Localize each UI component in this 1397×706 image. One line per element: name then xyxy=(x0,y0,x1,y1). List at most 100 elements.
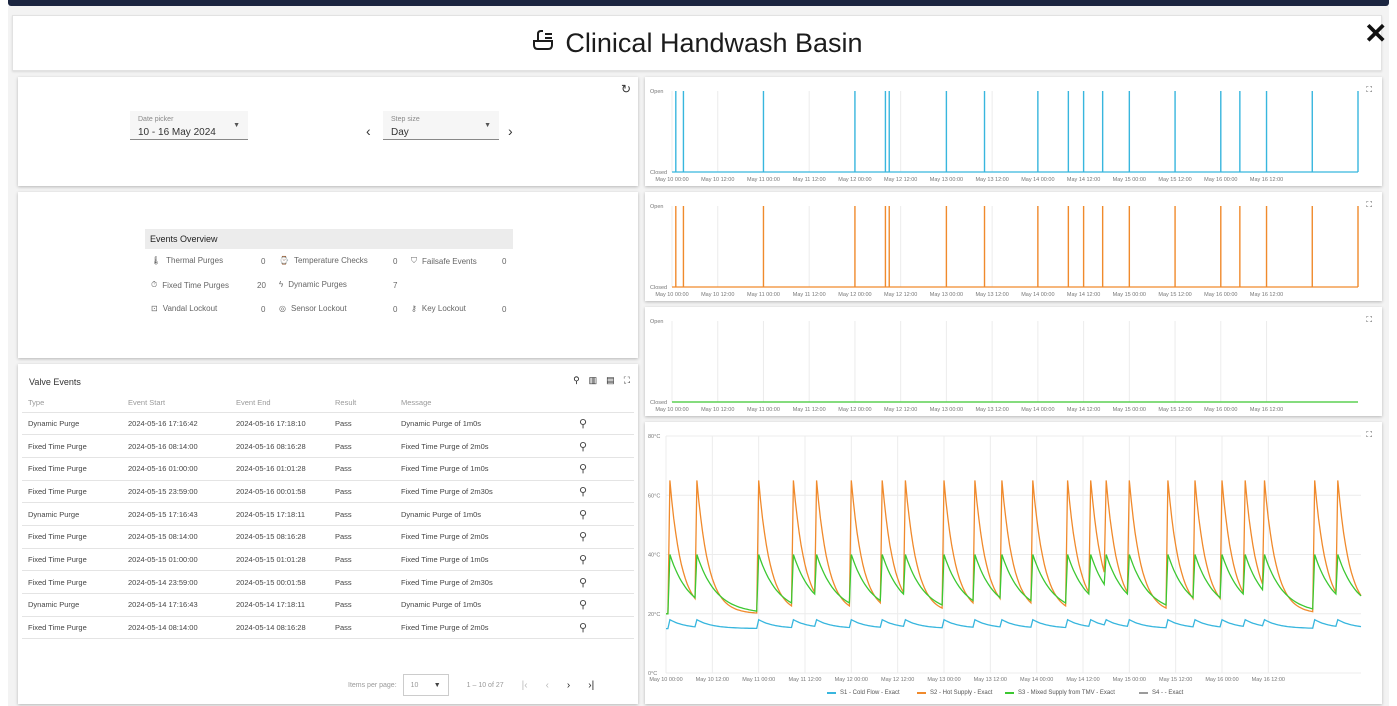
y-tick-label: 20°C xyxy=(648,612,660,618)
legend-item[interactable]: S4 - - Exact xyxy=(1139,690,1183,696)
y-tick-label: 80°C xyxy=(648,434,660,440)
legend-swatch xyxy=(1139,692,1148,694)
column-header-actions xyxy=(579,393,634,413)
date-picker-value: 10 - 16 May 2024 xyxy=(138,127,216,138)
x-tick-label: May 12 12:00 xyxy=(881,677,914,683)
table-cell: 2024-05-15 00:01:58 xyxy=(230,570,329,594)
first-page-button[interactable]: |‹ xyxy=(522,680,528,691)
check-icon: ⌚ xyxy=(279,256,289,265)
view-event-search-icon[interactable]: ⚲ xyxy=(579,412,634,436)
x-tick-label: May 11 00:00 xyxy=(747,292,780,298)
export-icon[interactable]: ▤ xyxy=(606,375,615,386)
x-tick-label: May 14 00:00 xyxy=(1021,177,1054,183)
view-event-search-icon[interactable]: ⚲ xyxy=(579,525,634,549)
column-header-event-start[interactable]: Event Start xyxy=(122,393,230,413)
date-picker[interactable]: Date picker 10 - 16 May 2024 ▼ xyxy=(130,111,248,140)
next-page-button[interactable]: › xyxy=(567,680,570,691)
table-cell: Pass xyxy=(329,412,395,436)
previous-page-button[interactable]: ‹ xyxy=(546,680,549,691)
x-tick-label: May 14 00:00 xyxy=(1020,677,1053,683)
close-icon[interactable]: ✕ xyxy=(1364,20,1387,48)
columns-icon[interactable]: ▥ xyxy=(589,375,598,386)
legend-swatch xyxy=(827,692,836,694)
table-row: Fixed Time Purge 2024-05-16 01:00:00 2024-… xyxy=(22,457,634,481)
valve-chart-2: May 10 00:00 May 10 12:00 May 11 00:00 May … xyxy=(645,192,1382,301)
fullscreen-icon[interactable]: ⛶ xyxy=(1366,315,1372,325)
table-cell: 2024-05-16 17:16:42 xyxy=(122,412,230,436)
table-cell: 2024-05-14 08:16:28 xyxy=(230,616,329,640)
legend-item[interactable]: S3 - Mixed Supply from TMV - Exact xyxy=(1005,690,1115,696)
valve-chart-1-svg: May 10 00:00 May 10 12:00 May 11 00:00 May … xyxy=(650,89,1359,183)
table-cell: 2024-05-16 17:18:10 xyxy=(230,412,329,436)
page-range-label: 1 – 10 of 27 xyxy=(466,681,504,689)
table-cell: Fixed Time Purge xyxy=(22,525,122,549)
y-tick-label: Open xyxy=(650,319,663,325)
view-event-search-icon[interactable]: ⚲ xyxy=(579,570,634,594)
legend-item[interactable]: S1 - Cold Flow - Exact xyxy=(827,690,900,696)
legend-swatch xyxy=(1005,692,1014,694)
x-tick-label: May 12 00:00 xyxy=(835,677,868,683)
view-event-search-icon[interactable]: ⚲ xyxy=(579,480,634,504)
fullscreen-icon[interactable]: ⛶ xyxy=(1366,85,1372,95)
table-row: Dynamic Purge 2024-05-14 17:16:43 2024-05-… xyxy=(22,593,634,617)
dynamic-purges-item: ϟ Dynamic Purges xyxy=(279,280,347,289)
table-cell: Pass xyxy=(329,480,395,504)
fullscreen-icon[interactable]: ⛶ xyxy=(1366,200,1372,210)
table-row: Fixed Time Purge 2024-05-15 23:59:00 2024-… xyxy=(22,480,634,504)
x-tick-label: May 16 00:00 xyxy=(1204,177,1237,183)
item-label: Sensor Lockout xyxy=(290,304,347,313)
view-event-search-icon[interactable]: ⚲ xyxy=(579,593,634,617)
x-tick-label: May 14 12:00 xyxy=(1067,292,1100,298)
table-cell: Fixed Time Purge xyxy=(22,616,122,640)
next-step-button[interactable]: › xyxy=(508,123,513,139)
x-tick-label: May 13 00:00 xyxy=(930,177,963,183)
legend-label: S3 - Mixed Supply from TMV - Exact xyxy=(1018,690,1115,696)
x-tick-label: May 10 00:00 xyxy=(649,677,682,683)
y-tick-label: Open xyxy=(650,204,663,210)
refresh-icon[interactable]: ↻ xyxy=(621,82,631,96)
fullscreen-icon[interactable]: ⛶ xyxy=(1366,430,1372,440)
date-picker-label: Date picker xyxy=(138,116,174,123)
table-cell: 2024-05-15 08:14:00 xyxy=(122,525,230,549)
item-label: Vandal Lockout xyxy=(162,304,218,313)
table-row: Dynamic Purge 2024-05-15 17:16:43 2024-05-… xyxy=(22,502,634,526)
table-cell: 2024-05-15 17:18:11 xyxy=(230,502,329,526)
date-controls-panel: Date picker 10 - 16 May 2024 ▼ ‹ Step si… xyxy=(18,77,638,186)
sensor-lockout-item: ◎ Sensor Lockout xyxy=(279,304,347,313)
view-event-search-icon[interactable]: ⚲ xyxy=(579,616,634,640)
basin-icon xyxy=(531,28,555,59)
previous-step-button[interactable]: ‹ xyxy=(366,123,371,139)
x-tick-label: May 16 12:00 xyxy=(1252,677,1285,683)
x-tick-label: May 16 12:00 xyxy=(1250,292,1283,298)
column-header-result[interactable]: Result xyxy=(329,393,395,413)
view-event-search-icon[interactable]: ⚲ xyxy=(579,548,634,572)
column-header-type[interactable]: Type xyxy=(22,393,122,413)
item-label: Temperature Checks xyxy=(293,256,368,265)
column-header-message[interactable]: Message xyxy=(395,393,579,413)
item-label: Failsafe Events xyxy=(422,256,477,266)
legend-label: S2 - Hot Supply - Exact xyxy=(930,690,993,696)
items-per-page-select[interactable]: 10 ▼ xyxy=(402,674,449,696)
x-tick-label: May 12 12:00 xyxy=(884,177,917,183)
view-event-search-icon[interactable]: ⚲ xyxy=(579,434,634,458)
view-event-search-icon[interactable]: ⚲ xyxy=(579,502,634,526)
x-tick-label: May 15 00:00 xyxy=(1113,407,1146,413)
table-cell: Dynamic Purge xyxy=(22,502,122,526)
x-tick-label: May 16 00:00 xyxy=(1205,677,1238,683)
fullscreen-icon[interactable]: ⛶ xyxy=(624,375,630,386)
key-lockout-item: ⚷ Key Lockout xyxy=(411,304,466,313)
column-header-event-end[interactable]: Event End xyxy=(230,393,329,413)
last-page-button[interactable]: ›| xyxy=(588,680,594,691)
search-icon[interactable]: ⚲ xyxy=(573,375,580,386)
legend-item[interactable]: S2 - Hot Supply - Exact xyxy=(917,690,992,696)
events-overview-panel: Events Overview 🌡 Thermal Purges 0 ⌚ Tempe… xyxy=(18,192,638,358)
step-size-select[interactable]: Step size Day ▼ xyxy=(383,111,499,140)
x-tick-label: May 11 12:00 xyxy=(793,177,826,183)
view-event-search-icon[interactable]: ⚲ xyxy=(579,457,634,481)
y-tick-label: Closed xyxy=(650,400,667,406)
vandal-lockout-item: ⊡ Vandal Lockout xyxy=(151,304,217,313)
x-tick-label: May 13 12:00 xyxy=(975,177,1008,183)
x-tick-label: May 15 12:00 xyxy=(1158,177,1191,183)
table-row: Dynamic Purge 2024-05-16 17:16:42 2024-05-… xyxy=(22,412,634,436)
table-cell: Pass xyxy=(329,525,395,549)
